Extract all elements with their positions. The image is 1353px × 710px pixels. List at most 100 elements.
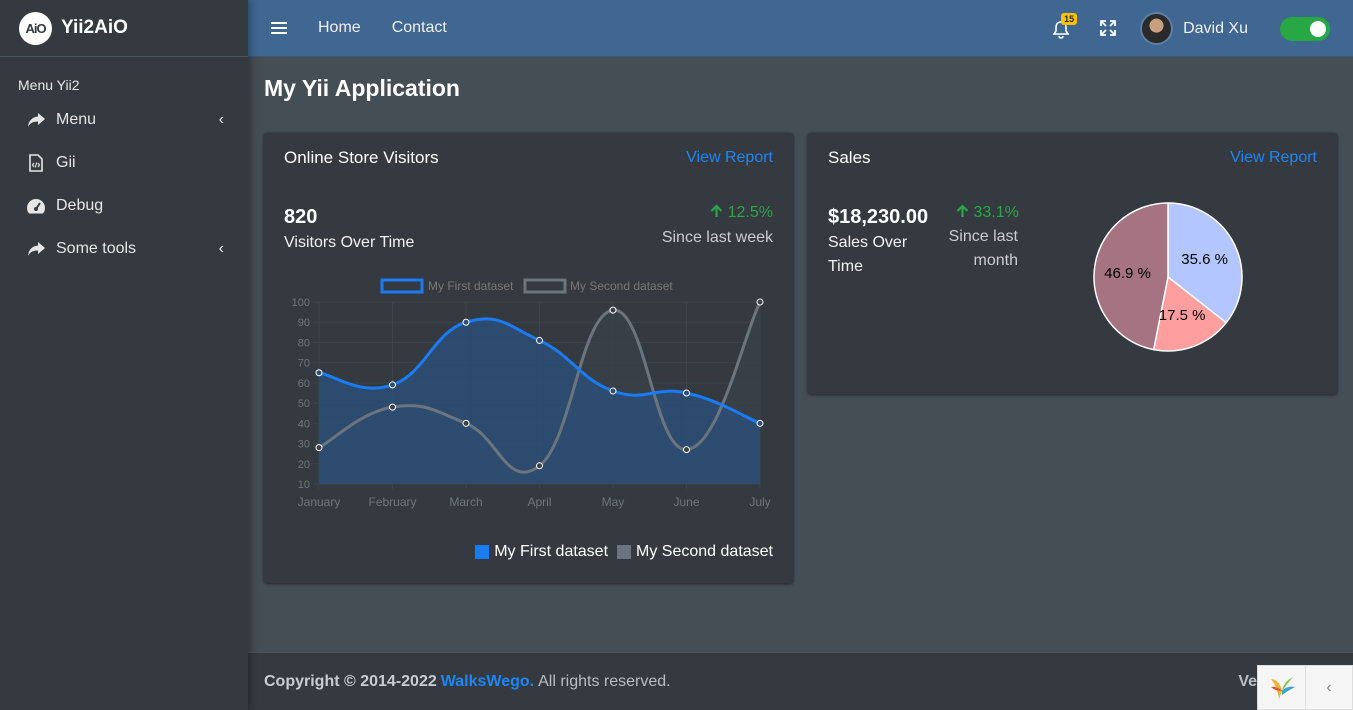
notifications-button[interactable]: 15 [1053,12,1078,39]
y-tick-label: 90 [298,317,310,329]
main-sidebar: AiO Yii2AiO Menu Yii2 Menu ‹ Gii Debug S… [0,0,248,710]
data-point[interactable] [315,444,323,452]
yii-logo-icon[interactable] [1258,665,1306,710]
data-point[interactable] [536,462,543,470]
share-icon [26,110,46,130]
share-icon [26,239,46,259]
yii-debug-toolbar[interactable]: ‹ [1257,665,1353,710]
y-tick-label: 10 [298,479,310,491]
x-tick-label: February [368,495,416,509]
data-point[interactable] [536,336,543,344]
pie-slice-label: 17.5 % [1159,307,1206,324]
legend-label-first: My First dataset [428,279,514,293]
sales-card-title: Sales [828,148,871,167]
data-point[interactable] [756,298,764,306]
visitors-label: Visitors Over Time [284,234,415,251]
menu-header: Menu Yii2 [18,77,80,93]
data-point[interactable] [462,318,470,326]
arrow-up-icon [710,204,723,217]
legend-swatch-second [617,545,632,559]
sidebar-item-label: Some tools [56,239,137,257]
y-tick-label: 70 [298,358,310,370]
data-point[interactable] [609,387,617,395]
page-title: My Yii Application [264,75,460,101]
pie-slice-label: 46.9 % [1104,265,1151,282]
sidebar-item-label: Gii [56,153,76,171]
data-point[interactable] [756,419,764,427]
footer-version: Ve [1238,673,1257,690]
visitors-delta-value: 12.5% [727,204,773,221]
y-tick-label: 20 [298,459,310,471]
chart-y-ticks: 10 20 30 40 50 60 70 80 90 100 [292,297,310,491]
expand-icon [1100,19,1116,36]
arrow-up-icon [956,204,969,217]
y-tick-label: 50 [298,398,310,410]
legend-label-second: My Second dataset [636,543,773,560]
nav-link-home[interactable]: Home [318,19,361,37]
sidebar-item-gii[interactable]: Gii [0,141,248,184]
sales-delta: 33.1% [956,204,1019,222]
visitors-delta: 12.5% [710,204,773,222]
brand-link[interactable]: AiO Yii2AiO [0,0,248,57]
x-tick-label: June [673,495,699,509]
fullscreen-button[interactable] [1100,19,1118,38]
legend-swatch-first [380,278,424,294]
data-point[interactable] [683,446,690,454]
data-point[interactable] [389,381,396,389]
visitors-count: 820 [284,206,318,228]
footer-copyright: Copyright © 2014-2022 [264,672,437,690]
data-point[interactable] [315,369,323,377]
toggle-knob [1310,20,1326,37]
chart-legend-bottom: My First dataset My Second dataset [475,543,773,561]
sales-label: Sales Over Time [828,234,908,275]
sales-since: Since last month [948,228,1018,269]
dashboard-icon [26,196,46,216]
data-point[interactable] [389,403,396,411]
footer-rights: All rights reserved. [538,672,671,690]
user-name[interactable]: David Xu [1183,20,1248,38]
sidebar-item-some-tools[interactable]: Some tools ‹ [0,227,248,270]
sales-view-report-link[interactable]: View Report [1230,149,1317,167]
top-navbar: Home Contact 15 David Xu [248,0,1353,57]
chart-x-ticks: January February March April May June July [298,495,771,509]
notification-badge: 15 [1061,12,1078,25]
sidebar-item-label: Menu [56,110,97,128]
sidebar-item-label: Debug [56,196,104,214]
visitors-line-chart: My First dataset My Second dataset 10 20 3… [292,278,771,509]
data-point[interactable] [462,419,470,427]
x-tick-label: January [298,495,341,509]
legend-swatch-second [523,278,567,294]
pie-slice-label: 35.6 % [1181,251,1228,268]
data-point[interactable] [609,306,617,314]
y-tick-label: 100 [292,297,310,309]
x-tick-label: May [602,495,625,509]
sales-delta-value: 33.1% [973,204,1019,221]
visitors-view-report-link[interactable]: View Report [686,149,773,167]
page-footer: Copyright © 2014-2022 WalksWego. All rig… [248,652,1353,710]
sidebar-item-debug[interactable]: Debug [0,184,248,227]
visitors-card-title: Online Store Visitors [284,148,439,167]
chevron-left-icon: ‹ [218,110,224,128]
brand-logo: AiO [19,11,52,45]
sales-pie-chart: 35.6 % 17.5 % 46.9 % [1093,202,1243,352]
y-tick-label: 30 [298,439,310,451]
sidebar-item-menu[interactable]: Menu ‹ [0,98,248,141]
sales-amount: $18,230.00 [828,206,929,228]
legend-swatch-first [475,545,490,559]
data-point[interactable] [683,389,690,397]
avatar[interactable] [1140,12,1174,45]
footer-company-link[interactable]: WalksWego. [441,673,534,691]
chevron-left-icon: ‹ [218,239,224,257]
brand-name: Yii2AiO [61,17,128,38]
file-code-icon [26,153,46,173]
chevron-left-icon[interactable]: ‹ [1306,679,1352,697]
sales-card: Sales View Report $18,230.00 Sales Over … [808,133,1337,394]
y-tick-label: 80 [298,337,310,349]
hamburger-menu-icon[interactable] [271,19,287,37]
visitors-since: Since last week [661,229,773,246]
legend-label-first: My First dataset [494,543,609,560]
chart-legend-top: My First dataset My Second dataset [380,278,673,294]
y-tick-label: 40 [298,418,310,430]
nav-link-contact[interactable]: Contact [392,19,447,37]
theme-toggle[interactable] [1280,16,1330,41]
